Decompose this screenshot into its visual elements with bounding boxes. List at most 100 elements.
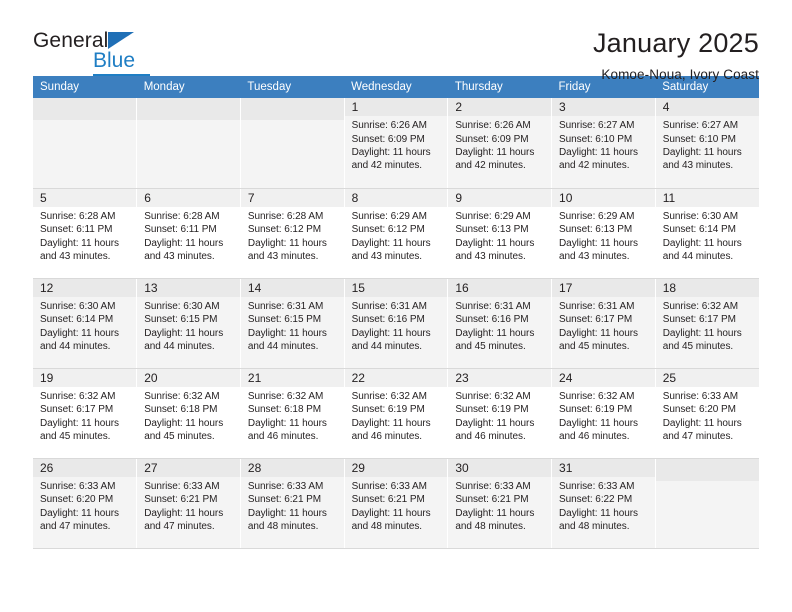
calendar-day-cell[interactable]: 19 Sunrise: 6:32 AM Sunset: 6:17 PM Dayligh… bbox=[33, 368, 138, 459]
calendar-day-cell[interactable]: 27 Sunrise: 6:33 AM Sunset: 6:21 PM Dayligh… bbox=[136, 458, 241, 549]
calendar-day-cell[interactable]: 11 Sunrise: 6:30 AM Sunset: 6:14 PM Dayligh… bbox=[655, 188, 759, 279]
daylight-text-line1: Daylight: 11 hours bbox=[351, 327, 431, 339]
sunset-text: Sunset: 6:20 PM bbox=[40, 494, 114, 506]
weekday-header-thursday: Thursday bbox=[447, 76, 552, 98]
sunrise-text: Sunrise: 6:33 AM bbox=[144, 480, 220, 492]
day-details: Sunrise: 6:33 AM Sunset: 6:22 PM Daylight:… bbox=[552, 477, 655, 534]
day-number: 6 bbox=[137, 188, 240, 207]
day-number: 5 bbox=[33, 188, 137, 207]
daylight-text-line1: Daylight: 11 hours bbox=[351, 507, 431, 519]
calendar-day-cell[interactable]: 9 Sunrise: 6:29 AM Sunset: 6:13 PM Daylight… bbox=[447, 188, 553, 279]
calendar-week-row: 12 Sunrise: 6:30 AM Sunset: 6:14 PM Dayligh… bbox=[33, 278, 759, 369]
calendar-day-cell[interactable]: 12 Sunrise: 6:30 AM Sunset: 6:14 PM Dayligh… bbox=[33, 278, 138, 369]
weekday-header-monday: Monday bbox=[136, 76, 241, 98]
sunrise-text: Sunrise: 6:26 AM bbox=[455, 120, 531, 132]
day-details: Sunrise: 6:32 AM Sunset: 6:19 PM Daylight:… bbox=[448, 387, 551, 444]
sunset-text: Sunset: 6:21 PM bbox=[144, 494, 218, 506]
calendar-day-cell[interactable]: 23 Sunrise: 6:32 AM Sunset: 6:19 PM Dayligh… bbox=[447, 368, 553, 459]
calendar-day-cell[interactable]: 13 Sunrise: 6:30 AM Sunset: 6:15 PM Dayligh… bbox=[136, 278, 241, 369]
calendar-day-cell[interactable]: 3 Sunrise: 6:27 AM Sunset: 6:10 PM Daylight… bbox=[551, 98, 656, 189]
calendar-day-cell[interactable]: 25 Sunrise: 6:33 AM Sunset: 6:20 PM Dayligh… bbox=[655, 368, 759, 459]
daylight-text-line2: and 47 minutes. bbox=[144, 520, 215, 532]
day-details: Sunrise: 6:32 AM Sunset: 6:19 PM Daylight:… bbox=[552, 387, 655, 444]
sunrise-text: Sunrise: 6:31 AM bbox=[351, 300, 427, 312]
sunset-text: Sunset: 6:16 PM bbox=[351, 314, 425, 326]
calendar-day-cell[interactable]: 29 Sunrise: 6:33 AM Sunset: 6:21 PM Dayligh… bbox=[344, 458, 449, 549]
calendar-day-cell[interactable]: 24 Sunrise: 6:32 AM Sunset: 6:19 PM Dayligh… bbox=[551, 368, 656, 459]
calendar-body: 1 Sunrise: 6:26 AM Sunset: 6:09 PM Daylight… bbox=[33, 98, 759, 549]
daylight-text-line1: Daylight: 11 hours bbox=[455, 507, 535, 519]
page-header: General Blue January 2025 Komoe-Noua, Iv… bbox=[33, 0, 759, 82]
daylight-text-line2: and 46 minutes. bbox=[559, 430, 630, 442]
day-details: Sunrise: 6:31 AM Sunset: 6:17 PM Daylight:… bbox=[552, 297, 655, 354]
daylight-text-line1: Daylight: 11 hours bbox=[144, 507, 224, 519]
calendar-day-cell[interactable]: 8 Sunrise: 6:29 AM Sunset: 6:12 PM Daylight… bbox=[344, 188, 449, 279]
day-details: Sunrise: 6:27 AM Sunset: 6:10 PM Daylight:… bbox=[656, 116, 759, 173]
calendar-day-cell[interactable]: 17 Sunrise: 6:31 AM Sunset: 6:17 PM Dayligh… bbox=[551, 278, 656, 369]
day-number bbox=[137, 98, 240, 120]
calendar-day-cell[interactable]: 18 Sunrise: 6:32 AM Sunset: 6:17 PM Dayligh… bbox=[655, 278, 759, 369]
day-number: 17 bbox=[552, 278, 655, 297]
sunrise-text: Sunrise: 6:33 AM bbox=[351, 480, 427, 492]
day-number: 8 bbox=[344, 188, 448, 207]
sunset-text: Sunset: 6:15 PM bbox=[247, 314, 322, 326]
daylight-text-line1: Daylight: 11 hours bbox=[247, 327, 327, 339]
daylight-text-line2: and 43 minutes. bbox=[247, 250, 319, 262]
calendar-day-cell[interactable]: 1 Sunrise: 6:26 AM Sunset: 6:09 PM Daylight… bbox=[344, 98, 449, 189]
logo-underline bbox=[93, 74, 150, 76]
daylight-text-line2: and 46 minutes. bbox=[455, 430, 526, 442]
calendar-cell-empty bbox=[240, 98, 345, 189]
logo-text-general: General bbox=[33, 29, 109, 52]
day-number: 28 bbox=[240, 458, 344, 477]
sunrise-text: Sunrise: 6:28 AM bbox=[247, 210, 324, 222]
sunset-text: Sunset: 6:16 PM bbox=[455, 314, 529, 326]
daylight-text-line2: and 44 minutes. bbox=[144, 340, 215, 352]
day-details: Sunrise: 6:32 AM Sunset: 6:18 PM Daylight:… bbox=[137, 387, 240, 444]
day-details: Sunrise: 6:26 AM Sunset: 6:09 PM Daylight:… bbox=[448, 116, 551, 173]
daylight-text-line2: and 48 minutes. bbox=[351, 520, 423, 532]
calendar-day-cell[interactable]: 20 Sunrise: 6:32 AM Sunset: 6:18 PM Dayligh… bbox=[136, 368, 241, 459]
calendar-day-cell[interactable]: 5 Sunrise: 6:28 AM Sunset: 6:11 PM Daylight… bbox=[33, 188, 138, 279]
calendar-day-cell[interactable]: 16 Sunrise: 6:31 AM Sunset: 6:16 PM Dayligh… bbox=[447, 278, 553, 369]
day-details: Sunrise: 6:26 AM Sunset: 6:09 PM Daylight:… bbox=[345, 116, 448, 173]
sunset-text: Sunset: 6:21 PM bbox=[247, 494, 322, 506]
calendar-day-cell[interactable]: 21 Sunrise: 6:32 AM Sunset: 6:18 PM Dayligh… bbox=[240, 368, 345, 459]
day-number: 25 bbox=[655, 368, 759, 387]
daylight-text-line1: Daylight: 11 hours bbox=[40, 507, 119, 519]
sunset-text: Sunset: 6:17 PM bbox=[559, 314, 633, 326]
calendar-day-cell[interactable]: 4 Sunrise: 6:27 AM Sunset: 6:10 PM Daylight… bbox=[655, 98, 759, 189]
day-number: 18 bbox=[655, 278, 759, 297]
daylight-text-line2: and 46 minutes. bbox=[351, 430, 423, 442]
calendar-day-cell[interactable]: 22 Sunrise: 6:32 AM Sunset: 6:19 PM Dayligh… bbox=[344, 368, 449, 459]
day-number: 30 bbox=[448, 458, 552, 477]
sunset-text: Sunset: 6:11 PM bbox=[144, 224, 217, 236]
sunset-text: Sunset: 6:12 PM bbox=[247, 224, 322, 236]
day-number: 10 bbox=[552, 188, 655, 207]
calendar-day-cell[interactable]: 7 Sunrise: 6:28 AM Sunset: 6:12 PM Daylight… bbox=[240, 188, 345, 279]
day-number bbox=[33, 98, 137, 120]
daylight-text-line1: Daylight: 11 hours bbox=[40, 417, 119, 429]
sunrise-text: Sunrise: 6:33 AM bbox=[40, 480, 116, 492]
day-number: 27 bbox=[137, 458, 240, 477]
day-number: 22 bbox=[344, 368, 448, 387]
calendar-cell-empty bbox=[655, 458, 759, 549]
day-details: Sunrise: 6:29 AM Sunset: 6:13 PM Daylight:… bbox=[448, 207, 551, 264]
day-number: 14 bbox=[240, 278, 344, 297]
daylight-text-line2: and 44 minutes. bbox=[662, 250, 734, 262]
calendar-day-cell[interactable]: 28 Sunrise: 6:33 AM Sunset: 6:21 PM Dayligh… bbox=[240, 458, 345, 549]
day-details: Sunrise: 6:31 AM Sunset: 6:15 PM Daylight:… bbox=[241, 297, 344, 354]
calendar-day-cell[interactable]: 2 Sunrise: 6:26 AM Sunset: 6:09 PM Daylight… bbox=[447, 98, 553, 189]
day-details: Sunrise: 6:27 AM Sunset: 6:10 PM Daylight:… bbox=[552, 116, 655, 173]
sunset-text: Sunset: 6:10 PM bbox=[662, 133, 736, 145]
day-details: Sunrise: 6:28 AM Sunset: 6:12 PM Daylight:… bbox=[241, 207, 344, 264]
calendar-day-cell[interactable]: 26 Sunrise: 6:33 AM Sunset: 6:20 PM Dayligh… bbox=[33, 458, 138, 549]
calendar-day-cell[interactable]: 14 Sunrise: 6:31 AM Sunset: 6:15 PM Dayligh… bbox=[240, 278, 345, 369]
day-number: 29 bbox=[344, 458, 448, 477]
calendar-day-cell[interactable]: 10 Sunrise: 6:29 AM Sunset: 6:13 PM Dayligh… bbox=[551, 188, 656, 279]
generalblue-logo[interactable]: General Blue bbox=[33, 28, 153, 76]
daylight-text-line1: Daylight: 11 hours bbox=[455, 417, 535, 429]
calendar-day-cell[interactable]: 31 Sunrise: 6:33 AM Sunset: 6:22 PM Dayligh… bbox=[551, 458, 656, 549]
calendar-day-cell[interactable]: 30 Sunrise: 6:33 AM Sunset: 6:21 PM Dayligh… bbox=[447, 458, 553, 549]
calendar-day-cell[interactable]: 15 Sunrise: 6:31 AM Sunset: 6:16 PM Dayligh… bbox=[344, 278, 449, 369]
calendar-day-cell[interactable]: 6 Sunrise: 6:28 AM Sunset: 6:11 PM Daylight… bbox=[136, 188, 241, 279]
